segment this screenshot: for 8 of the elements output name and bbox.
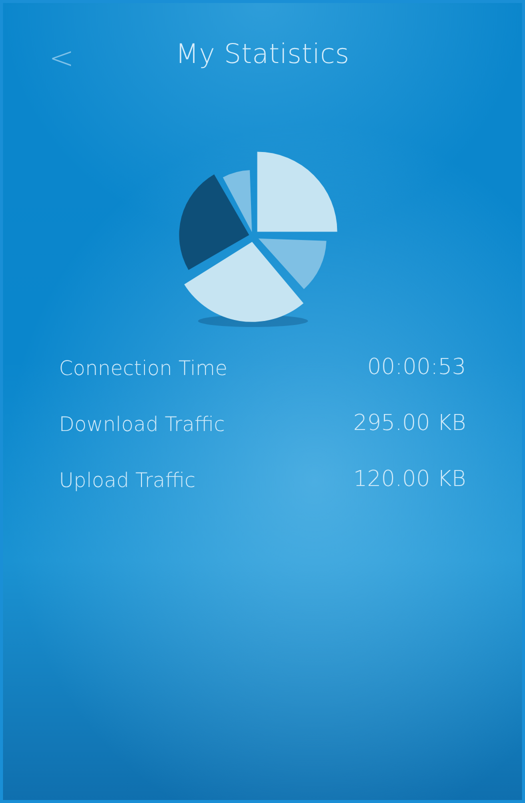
back-button[interactable]: <: [43, 41, 80, 76]
stat-value: 00:00:53: [367, 355, 466, 380]
stat-value: 120.00 KB: [353, 467, 466, 492]
stat-label: Upload Traffic: [59, 468, 196, 492]
stat-label: Download Traffic: [59, 412, 225, 436]
stat-label: Connection Time: [59, 356, 228, 380]
stat-value: 295.00 KB: [353, 411, 466, 436]
page-title: My Statistics: [176, 38, 350, 70]
